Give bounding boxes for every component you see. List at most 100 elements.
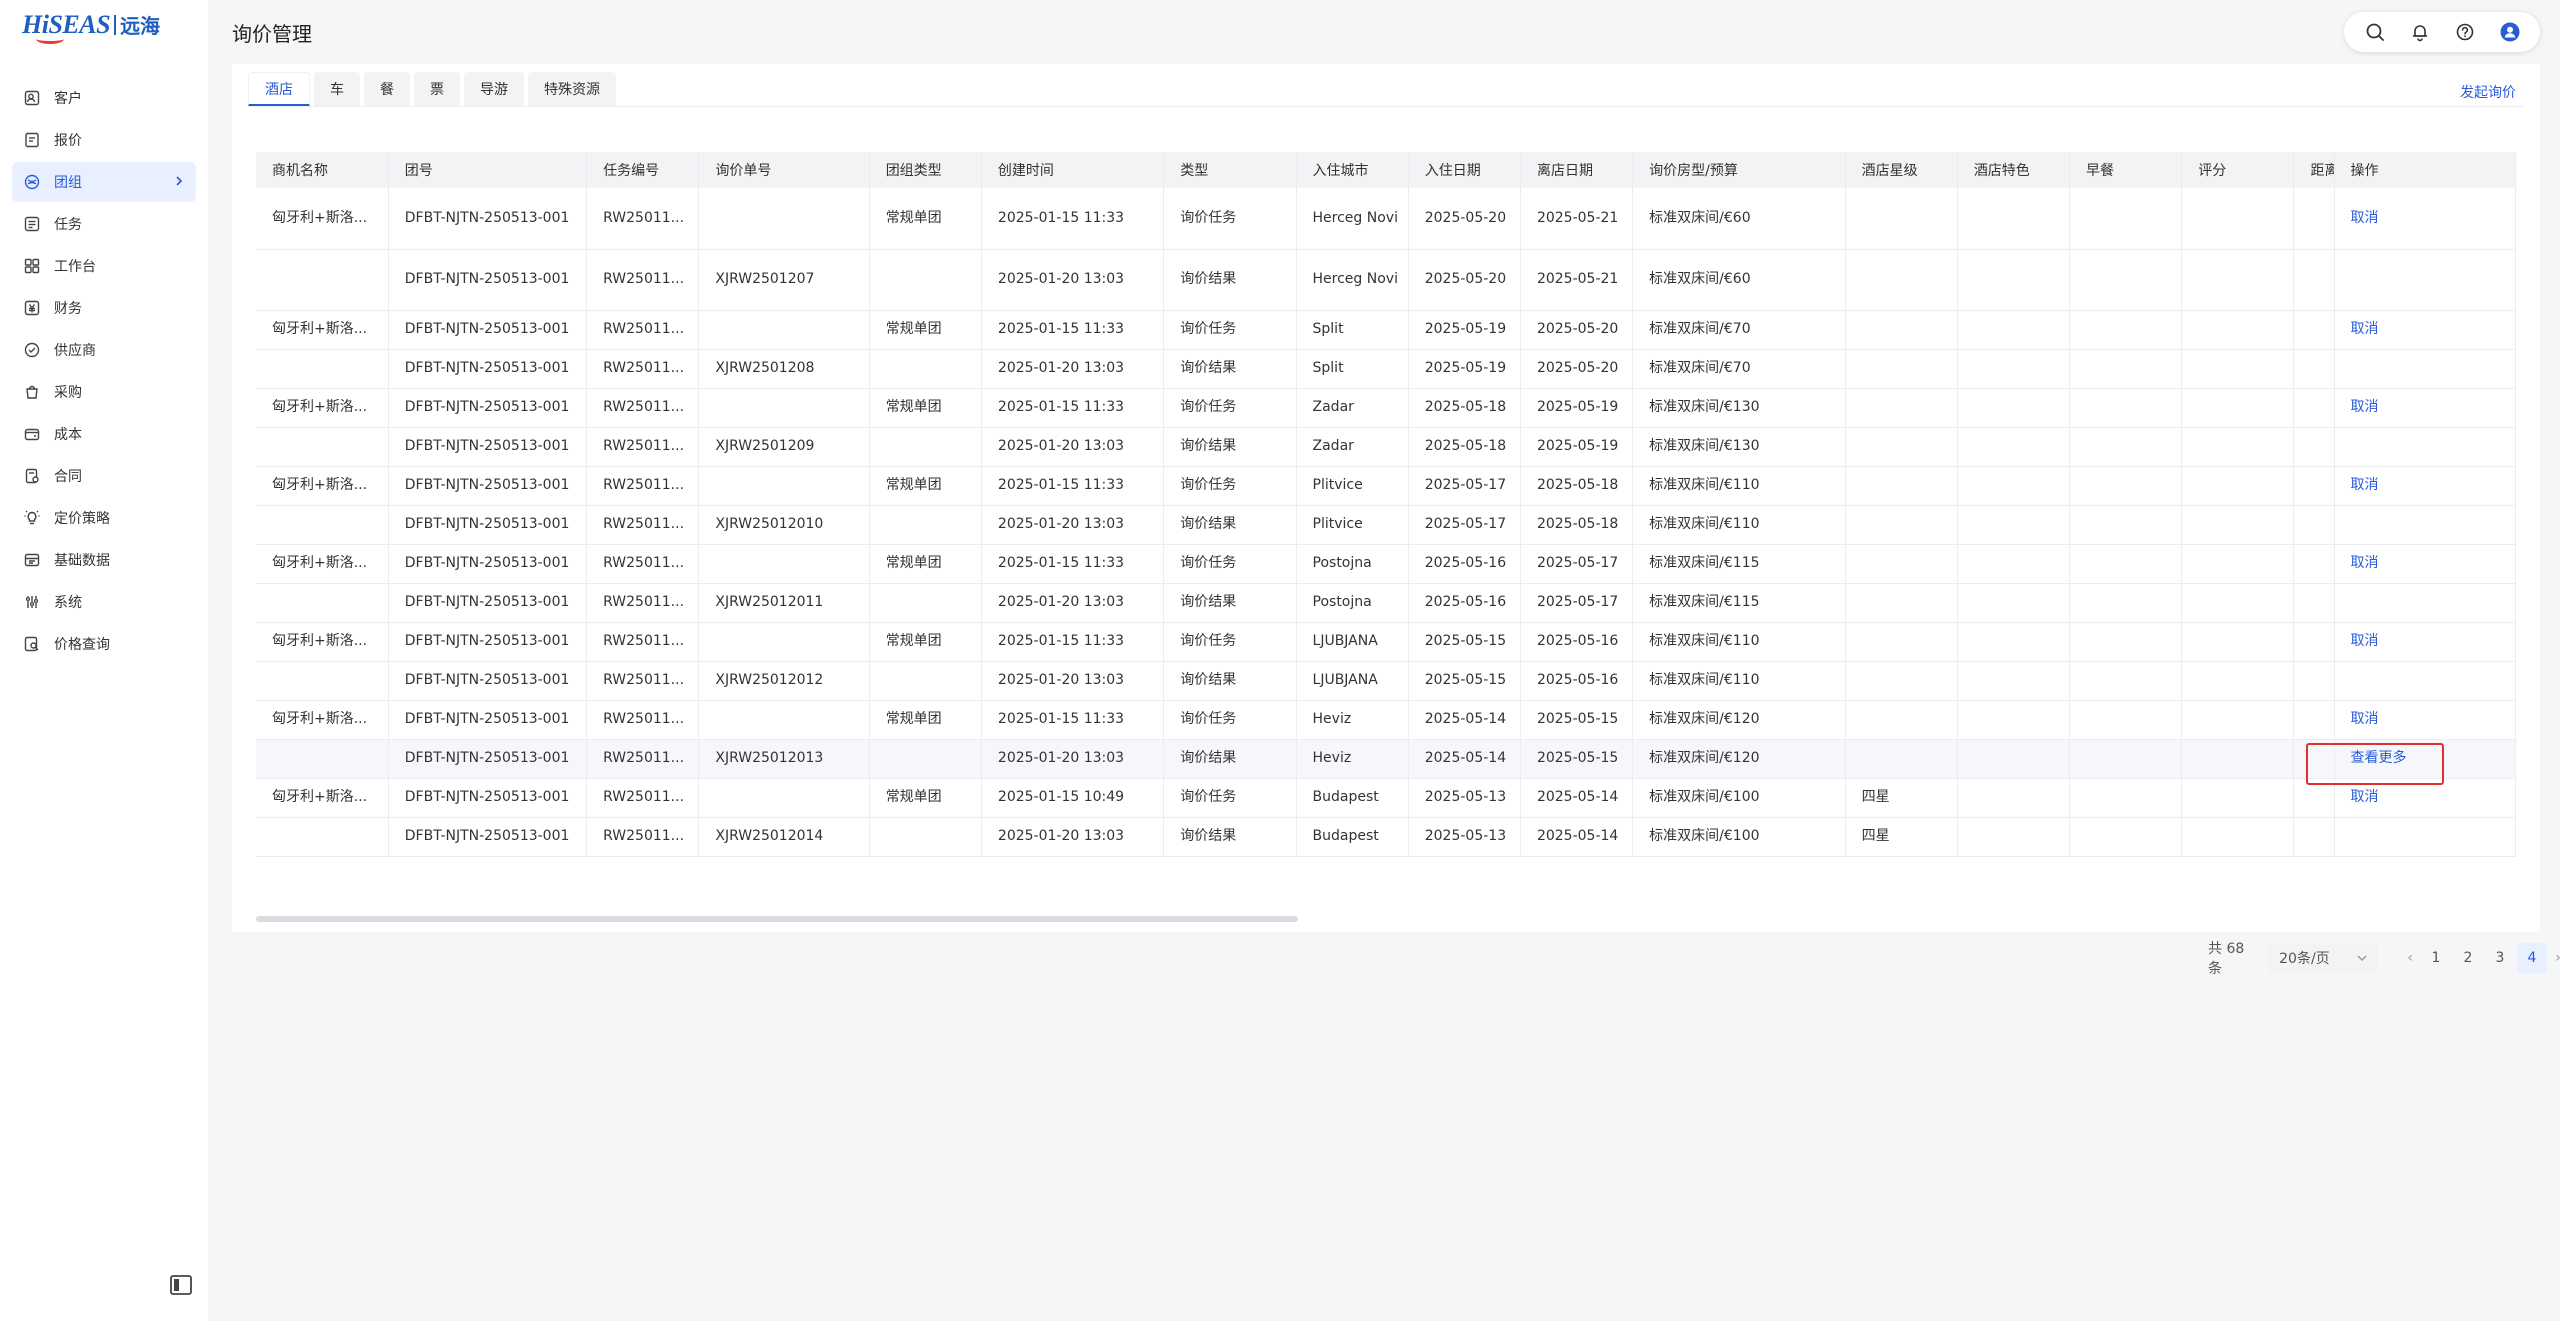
cell-type: 询价任务 <box>1163 622 1297 662</box>
cell-city: LJUBJANA <box>1296 622 1409 662</box>
tab-0[interactable]: 酒店 <box>248 72 310 106</box>
table-row[interactable]: 匈牙利+斯洛... DFBT-NJTN-250513-001 RW25011... 常… <box>256 700 2516 740</box>
cell-group: DFBT-NJTN-250513-001 <box>388 661 588 701</box>
sidebar-item-customer[interactable]: 客户 <box>12 78 196 118</box>
help-button[interactable] <box>2454 21 2476 43</box>
cell-empty <box>1957 249 2071 311</box>
cancel-link[interactable]: 取消 <box>2351 789 2379 805</box>
table-row[interactable]: 匈牙利+斯洛... DFBT-NJTN-250513-001 RW25011... 常… <box>256 310 2516 350</box>
tab-1[interactable]: 车 <box>314 72 360 106</box>
cell-opp <box>256 583 389 623</box>
page-number-button[interactable]: 1 <box>2421 943 2451 973</box>
cell-opp: 匈牙利+斯洛... <box>256 622 389 662</box>
sidebar-item-label: 系统 <box>54 595 82 611</box>
table-row[interactable]: 匈牙利+斯洛... DFBT-NJTN-250513-001 RW25011... 常… <box>256 544 2516 584</box>
cell-inq: XJRW2501207 <box>698 249 870 311</box>
sidebar-item-quote[interactable]: 报价 <box>12 120 196 160</box>
next-page-button[interactable]: › <box>2548 950 2560 966</box>
user-avatar-button[interactable] <box>2499 21 2521 43</box>
column-header: 早餐 <box>2069 152 2183 188</box>
cancel-link[interactable]: 取消 <box>2351 711 2379 727</box>
cancel-link[interactable]: 取消 <box>2351 399 2379 415</box>
sidebar-item-database[interactable]: 基础数据 <box>12 540 196 580</box>
cell-gtype <box>869 505 982 545</box>
tab-4[interactable]: 导游 <box>464 72 524 106</box>
sidebar-item-pricing[interactable]: 定价策略 <box>12 498 196 538</box>
sidebar-item-finance[interactable]: 财务 <box>12 288 196 328</box>
cell-type: 询价结果 <box>1163 661 1297 701</box>
table-row[interactable]: DFBT-NJTN-250513-001 RW25011... XJRW250120… <box>256 249 2516 311</box>
cell-group: DFBT-NJTN-250513-001 <box>388 622 588 662</box>
table-row[interactable]: 匈牙利+斯洛... DFBT-NJTN-250513-001 RW25011... 常… <box>256 622 2516 662</box>
cancel-link[interactable]: 取消 <box>2351 555 2379 571</box>
tab-5[interactable]: 特殊资源 <box>528 72 616 106</box>
table-row[interactable]: 匈牙利+斯洛... DFBT-NJTN-250513-001 RW25011... 常… <box>256 466 2516 506</box>
page-size-select[interactable]: 20条/页 <box>2269 943 2379 973</box>
table-row[interactable]: DFBT-NJTN-250513-001 RW25011... XJRW250120… <box>256 427 2516 467</box>
cell-created: 2025-01-15 11:33 <box>981 622 1165 662</box>
notification-button[interactable] <box>2409 21 2431 43</box>
cell-task: RW25011... <box>586 466 700 506</box>
sidebar-collapse-button[interactable] <box>170 1275 192 1295</box>
tab-3[interactable]: 票 <box>414 72 460 106</box>
header-toolbar <box>2344 12 2540 52</box>
page-number-button[interactable]: 2 <box>2453 943 2483 973</box>
view-more-link[interactable]: 查看更多 <box>2351 750 2407 766</box>
cell-created: 2025-01-20 13:03 <box>981 583 1165 623</box>
sidebar-item-label: 财务 <box>54 301 82 317</box>
inquiry-table-container[interactable]: 商机名称 团号 任务编号 询价单号 团组类型 创建时间 类型 入住城市 入住日期 离店日期 询价房型… <box>256 152 2516 922</box>
sidebar-item-supplier[interactable]: 供应商 <box>12 330 196 370</box>
sidebar-item-price-search[interactable]: 价格查询 <box>12 624 196 664</box>
table-row[interactable]: DFBT-NJTN-250513-001 RW25011... XJRW250120… <box>256 583 2516 623</box>
sidebar-item-contract[interactable]: 合同 <box>12 456 196 496</box>
cell-group: DFBT-NJTN-250513-001 <box>388 505 588 545</box>
page-number-button[interactable]: 4 <box>2517 943 2548 973</box>
table-row[interactable]: DFBT-NJTN-250513-001 RW25011... XJRW250120… <box>256 817 2516 857</box>
prev-page-button[interactable]: ‹ <box>2400 950 2420 966</box>
cell-group: DFBT-NJTN-250513-001 <box>388 583 588 623</box>
sidebar-item-group[interactable]: 团组 <box>12 162 196 202</box>
initiate-inquiry-link[interactable]: 发起询价 <box>2460 82 2516 102</box>
cell-inq <box>698 310 870 350</box>
cell-empty <box>2069 427 2183 467</box>
cell-empty <box>2181 310 2295 350</box>
table-row[interactable]: DFBT-NJTN-250513-001 RW25011... XJRW250120… <box>256 505 2516 545</box>
cell-room: 标准双床间/€70 <box>1632 349 1846 389</box>
table-row[interactable]: DFBT-NJTN-250513-001 RW25011... XJRW250120… <box>256 349 2516 389</box>
tab-2[interactable]: 餐 <box>364 72 410 106</box>
sidebar-item-system[interactable]: 系统 <box>12 582 196 622</box>
search-icon <box>2366 23 2384 41</box>
cell-out: 2025-05-19 <box>1520 388 1634 428</box>
cell-in: 2025-05-15 <box>1408 622 1521 662</box>
search-button[interactable] <box>2364 21 2386 43</box>
column-header: 询价房型/预算 <box>1632 152 1846 188</box>
cell-empty <box>2293 310 2335 350</box>
cell-star <box>1845 544 1958 584</box>
horizontal-scrollbar[interactable] <box>256 916 1298 922</box>
cancel-link[interactable]: 取消 <box>2351 321 2379 337</box>
cell-city: Postojna <box>1296 544 1409 584</box>
pagination: 共 68 条 20条/页 ‹ 1234 › 前往 页 <box>2208 941 2560 977</box>
page-number-button[interactable]: 3 <box>2485 943 2515 973</box>
cancel-link[interactable]: 取消 <box>2351 210 2379 226</box>
cell-gtype <box>869 739 982 779</box>
table-row[interactable]: DFBT-NJTN-250513-001 RW25011... XJRW250120… <box>256 661 2516 701</box>
cell-empty <box>2069 817 2183 857</box>
cell-empty <box>2181 388 2295 428</box>
sidebar-item-task[interactable]: 任务 <box>12 204 196 244</box>
cell-group: DFBT-NJTN-250513-001 <box>388 388 588 428</box>
sidebar-item-purchase[interactable]: 采购 <box>12 372 196 412</box>
sidebar-item-workbench[interactable]: 工作台 <box>12 246 196 286</box>
table-row[interactable]: DFBT-NJTN-250513-001 RW25011... XJRW250120… <box>256 739 2516 779</box>
cell-task: RW25011... <box>586 188 700 250</box>
cancel-link[interactable]: 取消 <box>2351 633 2379 649</box>
table-row[interactable]: 匈牙利+斯洛... DFBT-NJTN-250513-001 RW25011... 常… <box>256 188 2516 250</box>
table-row[interactable]: 匈牙利+斯洛... DFBT-NJTN-250513-001 RW25011... 常… <box>256 388 2516 428</box>
cell-created: 2025-01-15 11:33 <box>981 188 1165 250</box>
table-body: 匈牙利+斯洛... DFBT-NJTN-250513-001 RW25011... 常… <box>256 188 2516 857</box>
sidebar-item-cost[interactable]: 成本 <box>12 414 196 454</box>
table-row[interactable]: 匈牙利+斯洛... DFBT-NJTN-250513-001 RW25011... 常… <box>256 778 2516 818</box>
cancel-link[interactable]: 取消 <box>2351 477 2379 493</box>
cell-in: 2025-05-14 <box>1408 700 1521 740</box>
cell-city: Zadar <box>1296 427 1409 467</box>
